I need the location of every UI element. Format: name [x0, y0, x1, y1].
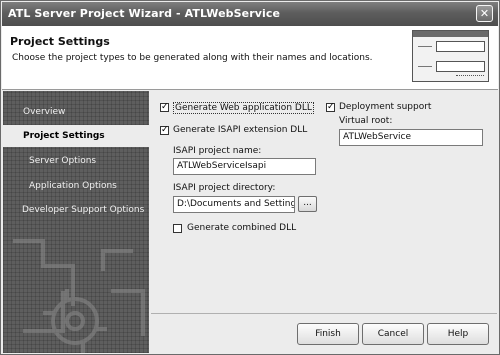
wizard-preview-icon — [412, 30, 489, 82]
sidebar-item-application-options[interactable]: Application Options — [3, 175, 149, 197]
sidebar-item-server-options[interactable]: Server Options — [3, 150, 149, 172]
generate-combined-dll-label[interactable]: Generate combined DLL — [187, 223, 296, 233]
sidebar-item-label: Application Options — [29, 181, 117, 191]
generate-web-app-dll-checkbox[interactable]: ✓ — [160, 103, 169, 112]
sidebar-item-overview[interactable]: Overview — [3, 101, 149, 123]
isapi-project-directory-label: ISAPI project directory: — [173, 183, 276, 193]
checkmark-icon: ✓ — [161, 125, 169, 135]
deployment-support-checkbox[interactable]: ✓ — [326, 103, 335, 112]
window-title: ATL Server Project Wizard - ATLWebServic… — [8, 7, 281, 20]
settings-panel: ✓ Generate Web application DLL ✓ Generat… — [151, 91, 497, 313]
isapi-project-name-label: ISAPI project name: — [173, 146, 262, 156]
help-button[interactable]: Help — [427, 323, 489, 345]
virtual-root-input[interactable]: ATLWebService — [339, 129, 483, 146]
deployment-support-label[interactable]: Deployment support — [339, 102, 431, 112]
close-button[interactable]: ✕ — [476, 5, 493, 22]
sidebar-item-project-settings[interactable]: Project Settings — [3, 125, 149, 147]
wizard-window: ATL Server Project Wizard - ATLWebServic… — [0, 0, 500, 355]
virtual-root-label: Virtual root: — [339, 116, 393, 126]
generate-isapi-ext-dll-label[interactable]: Generate ISAPI extension DLL — [173, 125, 307, 135]
browse-directory-button[interactable]: ... — [298, 196, 317, 212]
sidebar-item-label: Overview — [23, 107, 66, 117]
isapi-project-directory-input[interactable]: D:\Documents and Settings\ma — [173, 196, 295, 213]
generate-web-app-dll-label[interactable]: Generate Web application DLL — [173, 102, 314, 114]
generate-isapi-ext-dll-checkbox[interactable]: ✓ — [160, 126, 169, 135]
title-bar[interactable]: ATL Server Project Wizard - ATLWebServic… — [2, 2, 498, 26]
sidebar-item-label: Project Settings — [23, 131, 105, 141]
checkmark-icon: ✓ — [161, 102, 169, 112]
sidebar-item-developer-support-options[interactable]: Developer Support Options — [3, 199, 149, 221]
sidebar-item-label: Server Options — [29, 156, 97, 166]
isapi-project-name-input[interactable]: ATLWebServiceIsapi — [173, 158, 316, 175]
checkmark-icon: ✓ — [327, 102, 335, 112]
close-icon: ✕ — [479, 7, 490, 20]
finish-button[interactable]: Finish — [297, 323, 359, 345]
footer-divider — [151, 313, 497, 314]
page-title: Project Settings — [10, 35, 110, 48]
page-description: Choose the project types to be generated… — [12, 53, 373, 63]
page-header: Project Settings Choose the project type… — [2, 26, 498, 90]
wizard-sidebar: Overview Project Settings Server Options… — [3, 91, 149, 353]
sidebar-item-label: Developer Support Options — [22, 205, 145, 215]
generate-combined-dll-checkbox[interactable] — [173, 224, 182, 233]
cancel-button[interactable]: Cancel — [362, 323, 424, 345]
